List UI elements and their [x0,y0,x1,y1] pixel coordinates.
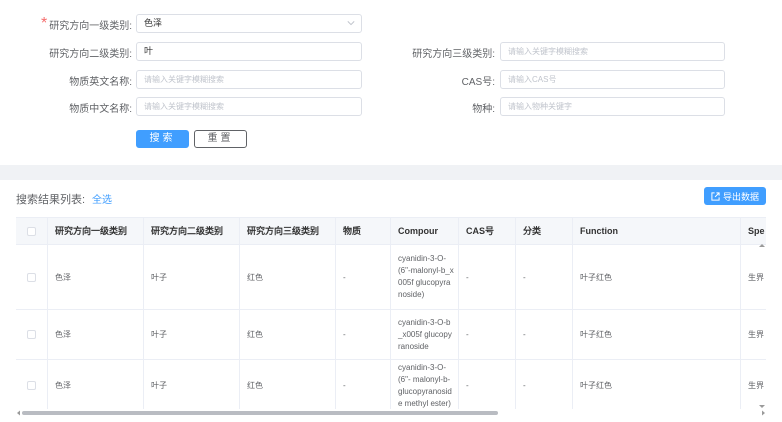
cell-cas: - [459,310,516,360]
species-label: 物种: [472,103,495,115]
horizontal-scroll-thumb[interactable] [22,411,498,415]
column-header[interactable]: Function [573,218,741,245]
column-header[interactable]: 研究方向三级类别 [240,218,336,245]
search-panel: * 研究方向一级类别: 色泽 研究方向二级类别: 叶 研究方向三级类别: 请输入… [0,0,782,165]
chevron-down-icon [347,21,355,26]
result-panel: 搜索结果列表: 全选 导出数据 研究方向一级类别 研究方向二级类别 研究方向三级… [0,180,782,422]
cell-substance: - [336,245,391,310]
cell-substance: - [336,310,391,360]
cell-cas: - [459,245,516,310]
select-all-link[interactable]: 全选 [92,191,112,206]
scroll-right-arrow-icon[interactable] [761,410,766,416]
cell-compound: cyanidin-3-O-b_x005f glucopyranoside [391,310,459,360]
cell-class: - [516,310,573,360]
column-header[interactable]: 物质 [336,218,391,245]
cell-category1: 色泽 [48,310,144,360]
category2-label-row: 研究方向二级类别: [0,42,132,62]
species-placeholder: 请输入物种关键字 [508,102,572,111]
species-label-row: 物种: [380,97,495,117]
horizontal-scrollbar[interactable] [16,410,766,416]
vertical-scrollbar[interactable] [758,243,766,409]
cell-class: - [516,245,573,310]
column-header[interactable]: CAS号 [459,218,516,245]
cell-category3: 红色 [240,245,336,310]
cell-function: 叶子红色 [573,360,741,409]
category1-label-row: * 研究方向一级类别: [0,14,132,34]
name-cn-label: 物质中文名称: [69,103,132,115]
column-header[interactable]: Compour [391,218,459,245]
column-header[interactable]: 研究方向一级类别 [48,218,144,245]
column-header[interactable]: 分类 [516,218,573,245]
name-cn-label-row: 物质中文名称: [0,97,132,117]
name-cn-placeholder: 请输入关键字模糊搜索 [144,102,224,111]
header-checkbox-cell [16,218,48,245]
category3-input[interactable]: 请输入关键字模糊搜索 [500,42,725,61]
reset-button[interactable]: 重置 [194,130,247,148]
category2-input[interactable]: 叶 [136,42,362,61]
name-en-label: 物质英文名称: [69,76,132,88]
search-button[interactable]: 搜索 [136,130,189,148]
row-checkbox[interactable] [27,381,36,390]
name-cn-input[interactable]: 请输入关键字模糊搜索 [136,97,362,116]
cas-label: CAS号: [461,76,495,88]
cell-function: 叶子红色 [573,245,741,310]
scroll-left-arrow-icon[interactable] [16,410,21,416]
name-en-label-row: 物质英文名称: [0,70,132,90]
cell-category3: 红色 [240,310,336,360]
row-checkbox[interactable] [27,330,36,339]
category2-value: 叶 [144,46,154,56]
name-en-placeholder: 请输入关键字模糊搜索 [144,75,224,84]
species-input[interactable]: 请输入物种关键字 [500,97,725,116]
category3-label: 研究方向三级类别: [412,48,495,60]
category3-label-row: 研究方向三级类别: [380,42,495,62]
category1-value: 色泽 [144,18,163,28]
cell-compound: cyanidin-3-O-(6"-malonyl-b_x005f glucopy… [391,245,459,310]
cell-function: 叶子红色 [573,310,741,360]
export-icon [711,191,720,201]
required-asterisk: * [40,15,48,32]
category1-select[interactable]: 色泽 [136,14,362,33]
name-en-input[interactable]: 请输入关键字模糊搜索 [136,70,362,89]
cell-category2: 叶子 [144,310,240,360]
cell-category2: 叶子 [144,245,240,310]
export-label: 导出数据 [722,191,759,202]
table-row [16,360,48,409]
cas-input[interactable]: 请输入CAS号 [500,70,725,89]
cell-category3: 红色 [240,360,336,409]
cell-compound: cyanidin-3-O-(6"- malonyl-b-glucopyranos… [391,360,459,409]
row-checkbox[interactable] [27,272,36,282]
cas-label-row: CAS号: [380,70,495,90]
table-row [16,310,48,360]
column-header[interactable]: Spe [741,218,766,245]
results-table: 研究方向一级类别 研究方向二级类别 研究方向三级类别 物质 Compour CA… [16,217,766,409]
results-title: 搜索结果列表: [16,194,86,206]
category2-label: 研究方向二级类别: [49,48,132,60]
export-button[interactable]: 导出数据 [704,187,766,205]
column-header[interactable]: 研究方向二级类别 [144,218,240,245]
cell-substance: - [336,360,391,409]
category1-label: 研究方向一级类别: [49,20,132,32]
cell-category2: 叶子 [144,360,240,409]
cell-category1: 色泽 [48,245,144,310]
cas-placeholder: 请输入CAS号 [508,75,557,84]
cell-cas: - [459,360,516,409]
table-row [16,245,48,310]
cell-category1: 色泽 [48,360,144,409]
select-all-checkbox[interactable] [27,227,36,236]
category3-placeholder: 请输入关键字模糊搜索 [508,47,588,56]
cell-class: - [516,360,573,409]
